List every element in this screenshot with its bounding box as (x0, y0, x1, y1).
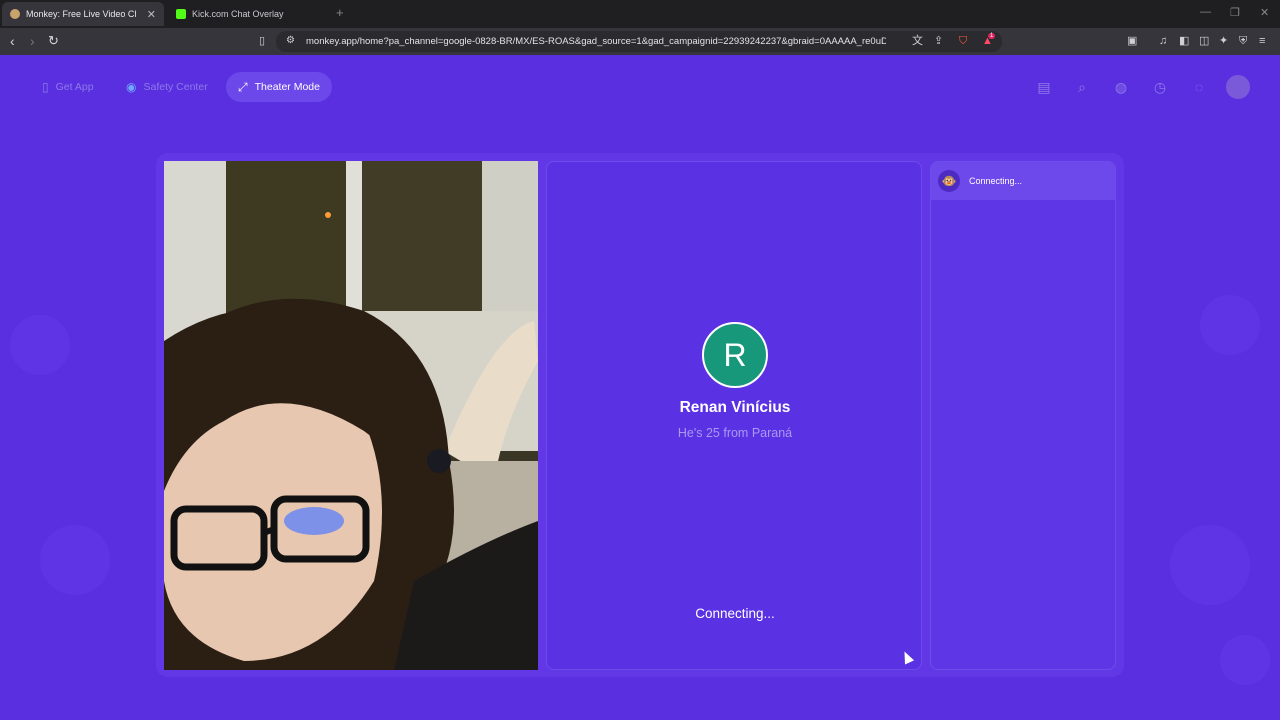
background-decoration (1220, 635, 1270, 685)
remote-user-subtitle: He's 25 from Paraná (677, 426, 793, 440)
browser-toolbar: ‹ › ↻ ▯ ⚙ monkey.app/home?pa_channel=goo… (0, 28, 1280, 55)
background-decoration (1170, 525, 1250, 605)
background-decoration (10, 315, 70, 375)
history-icon[interactable]: ◷ (1150, 77, 1170, 97)
chat-status-text: Connecting... (969, 176, 1023, 186)
phone-icon: ▯ (42, 80, 49, 94)
chat-bubble-icon[interactable]: ◌ (1189, 77, 1209, 97)
media-icon[interactable]: ♫ (1159, 35, 1167, 47)
close-tab-icon[interactable]: ✕ (147, 8, 156, 21)
get-app-button[interactable]: ▯ Get App (30, 72, 106, 102)
connection-status: Connecting... (695, 606, 775, 621)
address-bar[interactable]: ⚙ monkey.app/home?pa_channel=google-0828… (276, 31, 1002, 52)
remote-user-card: R Renan Vinícius He's 25 from Paraná Con… (546, 161, 922, 670)
new-tab-button[interactable]: + (336, 5, 344, 20)
tab-label: Kick.com Chat Overlay (192, 9, 284, 19)
brave-shield-icon[interactable]: ⛉ (959, 35, 967, 47)
reader-icon[interactable]: ▣ (1127, 35, 1137, 47)
bookmark-icon[interactable]: ▯ (259, 35, 265, 47)
background-decoration (40, 525, 110, 595)
vpn-icon[interactable]: ⛨ (1239, 35, 1247, 47)
monkey-favicon-icon (10, 9, 20, 19)
chat-status-row: 🐵 Connecting... (931, 162, 1115, 200)
safety-center-label: Safety Center (143, 81, 208, 93)
tab-label: Monkey: Free Live Video Chat (26, 9, 136, 19)
profile-avatar-icon[interactable] (1226, 75, 1250, 99)
shop-icon[interactable]: ▤ (1034, 77, 1054, 97)
theater-mode-label: Theater Mode (254, 81, 320, 93)
leo-ai-icon[interactable]: ✦ (1219, 35, 1228, 47)
back-icon[interactable]: ‹ (10, 33, 15, 49)
remote-user-name: Renan Vinícius (679, 399, 791, 416)
restore-icon[interactable]: ❐ (1230, 6, 1240, 19)
search-icon[interactable]: ⌕ (1072, 77, 1092, 97)
site-settings-icon[interactable]: ⚙ (286, 35, 295, 47)
background-decoration (1200, 295, 1260, 355)
safety-center-button[interactable]: ◉ Safety Center (114, 72, 220, 102)
tab-kick[interactable]: Kick.com Chat Overlay (168, 2, 330, 26)
monkey-avatar-icon: 🐵 (938, 170, 960, 192)
url-text[interactable]: monkey.app/home?pa_channel=google-0828-B… (306, 36, 886, 47)
notification-badge: 1 (988, 33, 996, 39)
menu-icon[interactable]: ≡ (1259, 35, 1265, 47)
sidebar-icon[interactable]: ◧ (1179, 35, 1189, 47)
translate-icon[interactable]: 文 (912, 35, 923, 47)
kick-favicon-icon (176, 9, 186, 19)
close-window-icon[interactable]: ✕ (1260, 6, 1269, 19)
monkey-page: ▯ Get App ◉ Safety Center ⤢ Theater Mode… (0, 55, 1280, 720)
chat-sidebar: 🐵 Connecting... (930, 161, 1116, 670)
shield-check-icon: ◉ (126, 80, 137, 94)
forward-icon[interactable]: › (30, 33, 35, 49)
reload-icon[interactable]: ↻ (48, 33, 59, 49)
remote-user-avatar: R (702, 322, 768, 388)
local-camera-video (164, 161, 538, 670)
browser-tab-bar: Monkey: Free Live Video Chat ✕ Kick.com … (0, 0, 1280, 28)
minimize-icon[interactable]: — (1200, 6, 1211, 18)
theater-mode-button[interactable]: ⤢ Theater Mode (226, 72, 332, 102)
globe-icon[interactable]: ◍ (1111, 77, 1131, 97)
share-icon[interactable]: ⇪ (934, 35, 943, 47)
expand-icon: ⤢ (238, 79, 248, 94)
get-app-label: Get App (55, 81, 94, 93)
tab-monkey[interactable]: Monkey: Free Live Video Chat ✕ (2, 2, 164, 26)
wallet-icon[interactable]: ◫ (1199, 35, 1209, 47)
